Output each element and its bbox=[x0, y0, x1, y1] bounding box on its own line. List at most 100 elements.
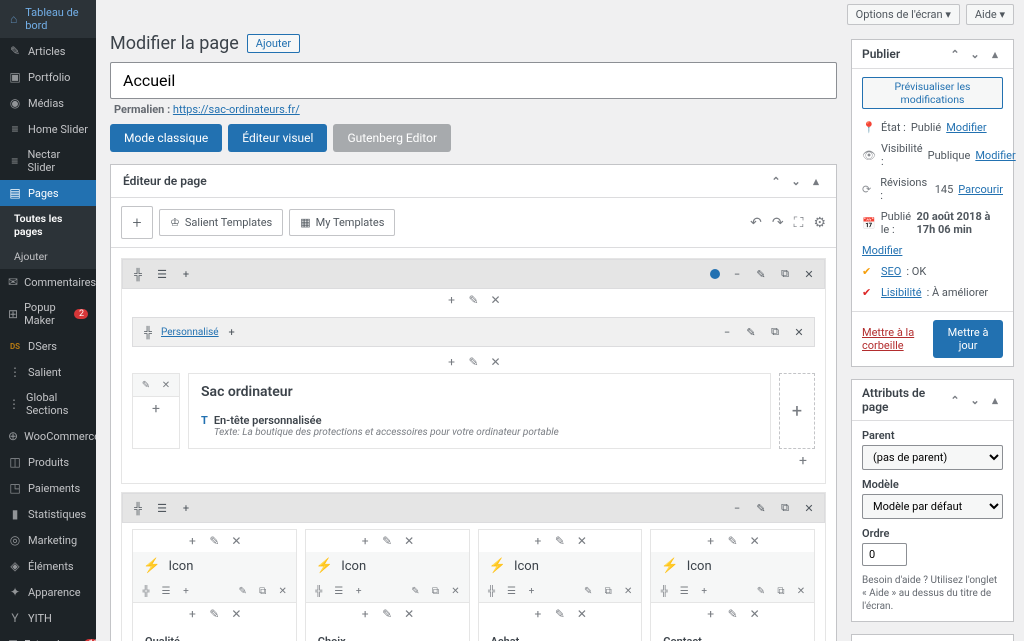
edit-state-link[interactable]: Modifier bbox=[946, 121, 986, 134]
undo-icon[interactable]: ↶ bbox=[750, 215, 762, 231]
gear-icon[interactable]: ⚙ bbox=[813, 215, 826, 231]
screen-options-button[interactable]: Options de l'écran ▾ bbox=[847, 4, 960, 25]
clone-icon[interactable]: ⧉ bbox=[774, 264, 796, 284]
edit-icon[interactable]: ✎ bbox=[206, 606, 222, 622]
add-icon[interactable]: + bbox=[444, 354, 460, 370]
sidebar-item-marketing[interactable]: ◎Marketing bbox=[0, 527, 96, 553]
clone-icon[interactable]: ⧉ bbox=[764, 322, 786, 342]
preview-button[interactable]: Prévisualiser les modifications bbox=[862, 77, 1003, 109]
add-new-button[interactable]: Ajouter bbox=[247, 34, 300, 53]
clone-icon[interactable]: ⧉ bbox=[427, 583, 445, 599]
add-icon[interactable]: + bbox=[357, 533, 373, 549]
cols-icon[interactable]: ☰ bbox=[157, 583, 175, 599]
sidebar-item-home-slider[interactable]: ≡Home Slider bbox=[0, 116, 96, 142]
edit-icon[interactable]: ✎ bbox=[407, 583, 425, 599]
edit-icon[interactable]: ✎ bbox=[552, 606, 568, 622]
add-icon[interactable]: + bbox=[703, 533, 719, 549]
sidebar-subitem[interactable]: Ajouter bbox=[0, 244, 96, 269]
panel-toggle-icon[interactable]: ▴ bbox=[808, 173, 824, 189]
browse-revisions-link[interactable]: Parcourir bbox=[958, 183, 1003, 196]
my-templates-button[interactable]: ▦ My Templates bbox=[289, 209, 395, 236]
update-button[interactable]: Mettre à jour bbox=[933, 320, 1003, 358]
edit-icon[interactable]: ✎ bbox=[206, 533, 222, 549]
close-icon[interactable]: ✕ bbox=[792, 583, 810, 599]
clone-icon[interactable]: ⧉ bbox=[254, 583, 272, 599]
edit-icon[interactable]: ✎ bbox=[750, 264, 772, 284]
panel-up-icon[interactable]: ⌃ bbox=[768, 173, 784, 189]
help-button[interactable]: Aide ▾ bbox=[966, 4, 1014, 25]
close-icon[interactable]: ✕ bbox=[447, 583, 465, 599]
add-icon[interactable]: + bbox=[444, 292, 460, 308]
cols-icon[interactable]: ☰ bbox=[151, 498, 173, 518]
move-icon[interactable]: ╬ bbox=[137, 322, 159, 342]
close-icon[interactable]: ✕ bbox=[488, 354, 504, 370]
close-icon[interactable]: ✕ bbox=[798, 264, 820, 284]
close-icon[interactable]: ✕ bbox=[788, 322, 810, 342]
seo-link[interactable]: SEO bbox=[881, 265, 901, 278]
move-icon[interactable]: ╬ bbox=[127, 498, 149, 518]
sidebar-item-tableau-de-bord[interactable]: ⌂Tableau de bord bbox=[0, 0, 96, 38]
tab-gutenberg[interactable]: Gutenberg Editor bbox=[333, 124, 451, 152]
edit-icon[interactable]: ✎ bbox=[579, 583, 597, 599]
sidebar-item-apparence[interactable]: ✦Apparence bbox=[0, 579, 96, 605]
move-icon[interactable]: ╬ bbox=[137, 583, 155, 599]
sidebar-item-yith[interactable]: YYITH bbox=[0, 605, 96, 631]
sidebar-item-portfolio[interactable]: ▣Portfolio bbox=[0, 64, 96, 90]
close-icon[interactable]: ✕ bbox=[798, 498, 820, 518]
sidebar-item-médias[interactable]: ◉Médias bbox=[0, 90, 96, 116]
sidebar-item-dsers[interactable]: DSDSers bbox=[0, 333, 96, 359]
add-icon[interactable]: + bbox=[530, 606, 546, 622]
edit-icon[interactable]: ✎ bbox=[725, 606, 741, 622]
add-icon[interactable]: + bbox=[703, 606, 719, 622]
cols-icon[interactable]: ☰ bbox=[503, 583, 521, 599]
edit-icon[interactable]: ✎ bbox=[379, 533, 395, 549]
add-icon[interactable]: + bbox=[175, 264, 197, 284]
trash-link[interactable]: Mettre à la corbeille bbox=[862, 326, 933, 352]
add-icon[interactable]: + bbox=[530, 533, 546, 549]
move-icon[interactable]: ╬ bbox=[655, 583, 673, 599]
clone-icon[interactable]: ⧉ bbox=[774, 498, 796, 518]
sidebar-subitem[interactable]: Toutes les pages bbox=[0, 206, 96, 244]
tab-classic[interactable]: Mode classique bbox=[110, 124, 222, 152]
redo-icon[interactable]: ↷ bbox=[772, 215, 784, 231]
edit-icon[interactable]: ✎ bbox=[740, 322, 762, 342]
panel-down-icon[interactable]: ⌄ bbox=[967, 46, 983, 62]
add-icon[interactable]: + bbox=[221, 322, 243, 342]
edit-icon[interactable]: ✎ bbox=[750, 498, 772, 518]
panel-down-icon[interactable]: ⌄ bbox=[788, 173, 804, 189]
permalink-url[interactable]: https://sac-ordinateurs.fr/ bbox=[173, 103, 300, 116]
close-icon[interactable]: ✕ bbox=[274, 583, 292, 599]
close-icon[interactable]: ✕ bbox=[157, 377, 175, 393]
move-icon[interactable]: ╬ bbox=[127, 264, 149, 284]
parent-select[interactable]: (pas de parent) bbox=[862, 445, 1003, 470]
add-icon[interactable]: + bbox=[184, 606, 200, 622]
edit-icon[interactable]: ✎ bbox=[725, 533, 741, 549]
cols-icon[interactable]: ☰ bbox=[330, 583, 348, 599]
sidebar-item-statistiques[interactable]: ▮Statistiques bbox=[0, 501, 96, 527]
close-icon[interactable]: ✕ bbox=[747, 533, 763, 549]
sidebar-item-pages[interactable]: ▤Pages bbox=[0, 180, 96, 206]
minus-icon[interactable]: − bbox=[726, 264, 748, 284]
panel-up-icon[interactable]: ⌃ bbox=[947, 46, 963, 62]
sidebar-item-salient[interactable]: ⋮Salient bbox=[0, 359, 96, 385]
panel-toggle-icon[interactable]: ▴ bbox=[987, 392, 1003, 408]
template-select[interactable]: Modèle par défaut bbox=[862, 494, 1003, 519]
close-icon[interactable]: ✕ bbox=[574, 533, 590, 549]
minus-icon[interactable]: − bbox=[716, 322, 738, 342]
edit-icon[interactable]: ✎ bbox=[466, 292, 482, 308]
cols-icon[interactable]: ☰ bbox=[151, 264, 173, 284]
add-icon[interactable]: + bbox=[357, 606, 373, 622]
readability-link[interactable]: Lisibilité bbox=[881, 286, 922, 299]
tab-visual[interactable]: Éditeur visuel bbox=[228, 124, 327, 152]
sidebar-item-commentaires[interactable]: ✉Commentaires bbox=[0, 269, 96, 295]
close-icon[interactable]: ✕ bbox=[574, 606, 590, 622]
sidebar-item-extensions[interactable]: ⊡Extensions19 bbox=[0, 631, 96, 641]
add-icon[interactable]: + bbox=[695, 583, 713, 599]
edit-visibility-link[interactable]: Modifier bbox=[975, 149, 1015, 162]
clone-icon[interactable]: ⧉ bbox=[772, 583, 790, 599]
close-icon[interactable]: ✕ bbox=[488, 292, 504, 308]
clone-icon[interactable]: ⧉ bbox=[599, 583, 617, 599]
add-button[interactable]: + bbox=[133, 397, 179, 421]
close-icon[interactable]: ✕ bbox=[401, 533, 417, 549]
add-icon[interactable]: + bbox=[175, 498, 197, 518]
